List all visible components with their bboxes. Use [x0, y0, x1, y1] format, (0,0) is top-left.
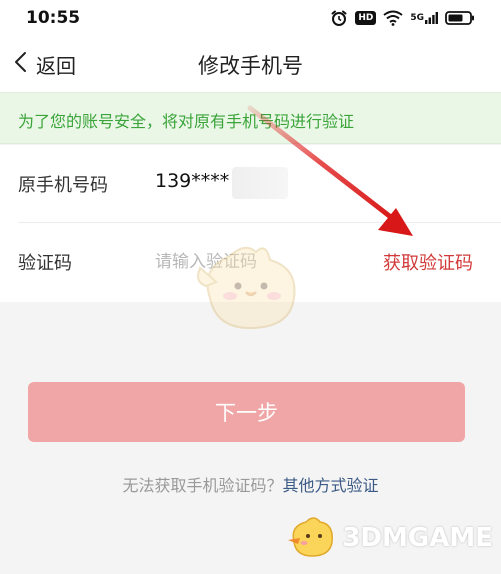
verification-form: 原手机号码 139**** 验证码 获取验证码	[0, 145, 501, 302]
original-phone-label: 原手机号码	[18, 175, 108, 196]
watermark-text: 3DMGAME	[342, 523, 493, 553]
status-time: 10:55	[26, 8, 81, 28]
help-prefix-text: 无法获取手机验证码？	[122, 476, 283, 495]
alternative-verification-line: 无法获取手机验证码？其他方式验证	[0, 472, 501, 496]
security-notice-banner: 为了您的账号安全，将对原有手机号码进行验证	[0, 92, 501, 144]
other-verification-link[interactable]: 其他方式验证	[283, 476, 379, 495]
security-notice-text: 为了您的账号安全，将对原有手机号码进行验证	[18, 112, 355, 131]
alarm-icon	[330, 9, 348, 27]
phone-mask-blur	[232, 167, 288, 199]
battery-icon	[445, 10, 475, 26]
original-phone-row: 原手机号码 139****	[0, 145, 501, 223]
duck-logo-icon	[286, 514, 338, 562]
page-title: 修改手机号	[198, 54, 303, 78]
status-bar: 10:55 HD 5G	[0, 0, 501, 36]
verification-code-input[interactable]	[155, 247, 355, 277]
wifi-icon	[383, 10, 403, 26]
signal-icon: 5G	[410, 11, 438, 25]
nav-bar: 返回 修改手机号	[0, 36, 501, 92]
verification-code-label: 验证码	[18, 253, 72, 274]
status-icons: HD 5G	[330, 9, 475, 27]
verification-code-row: 验证码 获取验证码	[0, 223, 501, 301]
3dmgame-watermark: 3DMGAME	[286, 514, 493, 562]
network-label: 5G	[410, 13, 424, 23]
hd-icon: HD	[355, 11, 377, 25]
get-verification-code-button[interactable]: 获取验证码	[383, 249, 473, 275]
original-phone-value: 139****	[155, 170, 230, 192]
next-step-button[interactable]: 下一步	[28, 382, 465, 442]
